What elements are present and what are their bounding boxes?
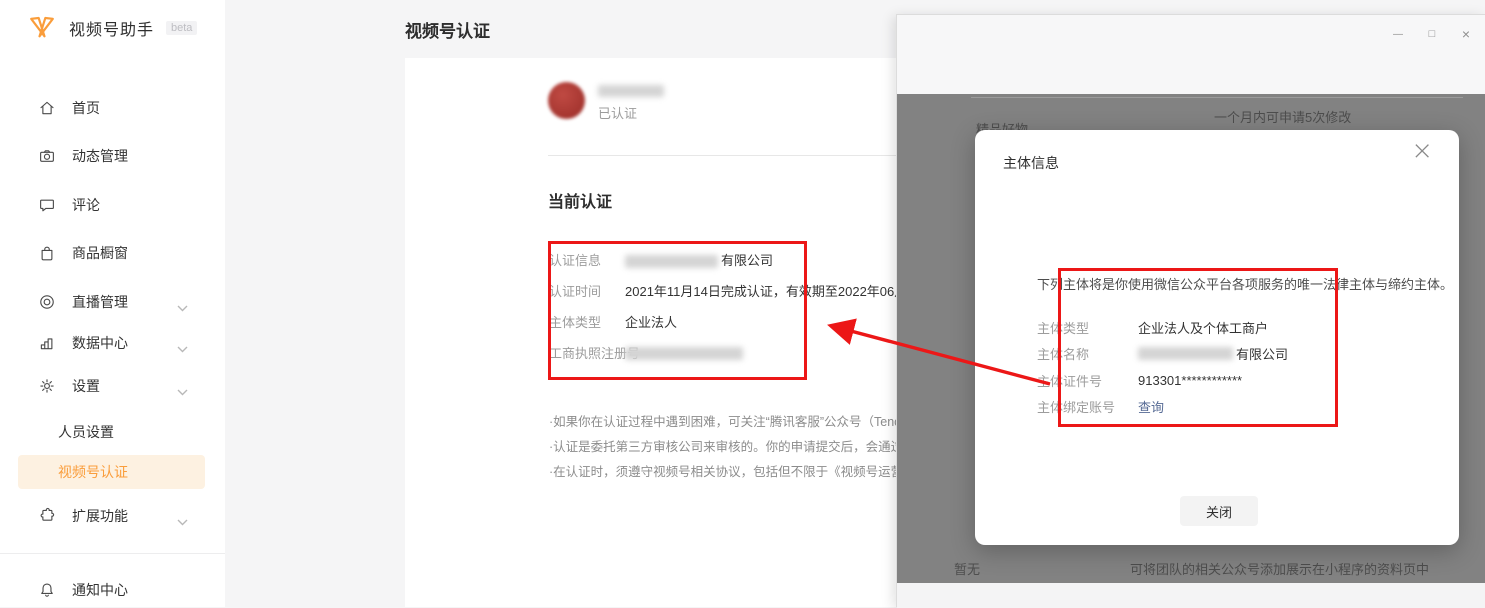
sidebar-divider (0, 553, 225, 554)
account-name-redacted (598, 85, 664, 97)
page-title: 视频号认证 (405, 17, 490, 42)
comment-icon (38, 196, 56, 214)
sidebar-item-label: 数据中心 (72, 333, 128, 353)
channels-butterfly-logo-icon (27, 13, 57, 43)
window-titlebar[interactable]: — □ × (897, 15, 1485, 94)
shopping-bag-icon (38, 244, 56, 262)
field-label: 工商执照注册号 (549, 345, 617, 363)
sidebar-item-home[interactable]: 首页 (0, 96, 225, 120)
puzzle-icon (38, 507, 56, 525)
sidebar-item-notification-center[interactable]: 通知中心 (0, 578, 225, 602)
home-icon (38, 99, 56, 117)
field-row-subject-type: 主体类型 企业法人 (549, 314, 677, 332)
field-value-text: 2021年11月14日完成认证，有效期至2022年06月11日 (625, 283, 934, 301)
dialog-row-subject-id: 主体证件号 913301************ (1037, 371, 1242, 390)
background-text-accounts-hint: 可将团队的相关公众号添加展示在小程序的资料页中 (1130, 559, 1429, 578)
sidebar-item-label: 视频号认证 (58, 462, 128, 482)
bell-icon (38, 581, 56, 599)
note-line: ·在认证时，须遵守视频号相关协议，包括但不限于《视频号运营规范》、 (549, 461, 947, 480)
chevron-down-icon[interactable] (177, 299, 188, 315)
dialog-row-subject-type: 主体类型 企业法人及个体工商户 (1037, 318, 1268, 337)
field-value-text: 企业法人及个体工商户 (1138, 318, 1268, 337)
sidebar-item-label: 直播管理 (72, 292, 128, 312)
sidebar-item-staff-settings[interactable]: 人员设置 (0, 420, 225, 444)
field-row-cert-info: 认证信息 有限公司 (549, 252, 773, 270)
sidebar-item-moments[interactable]: 动态管理 (0, 144, 225, 168)
dialog-intro-text: 下列主体将是你使用微信公众平台各项服务的唯一法律主体与缔约主体。 (1037, 274, 1453, 293)
minimize-icon[interactable]: — (1389, 25, 1407, 43)
sidebar-item-label: 评论 (72, 195, 100, 215)
app-logo-row: 视频号助手 beta (27, 13, 197, 43)
subject-info-dialog: 主体信息 × 下列主体将是你使用微信公众平台各项服务的唯一法律主体与缔约主体。 … (975, 130, 1459, 545)
live-record-icon (38, 293, 56, 311)
beta-badge: beta (166, 21, 197, 35)
chevron-down-icon[interactable] (177, 383, 188, 399)
screen: 视频号助手 beta 首页 动态管理 评论 (0, 0, 1485, 607)
sidebar-item-label: 设置 (72, 376, 100, 396)
company-name-redacted (625, 255, 718, 268)
verified-status: 已认证 (598, 103, 637, 122)
background-text-none: 暂无 (954, 559, 980, 578)
current-verification-heading: 当前认证 (548, 188, 612, 212)
sidebar: 视频号助手 beta 首页 动态管理 评论 (0, 0, 225, 607)
sidebar-item-comments[interactable]: 评论 (0, 193, 225, 217)
field-label: 认证信息 (549, 252, 625, 270)
query-link[interactable]: 查询 (1138, 397, 1164, 416)
sidebar-item-channels-verification[interactable]: 视频号认证 (18, 455, 205, 489)
gear-icon (38, 377, 56, 395)
sidebar-item-data-center[interactable]: 数据中心 (0, 331, 225, 355)
camera-icon (38, 147, 56, 165)
background-text-edit-limit: 一个月内可申请5次修改 (1214, 107, 1351, 126)
field-row-cert-time: 认证时间 2021年11月14日完成认证，有效期至2022年06月11日 (549, 283, 934, 301)
close-icon[interactable]: × (1457, 25, 1475, 43)
field-label: 主体绑定账号 (1037, 397, 1138, 416)
field-value-text: 有限公司 (1236, 344, 1288, 363)
sidebar-item-live-management[interactable]: 直播管理 (0, 290, 225, 314)
field-value-text: 有限公司 (721, 252, 773, 270)
sidebar-item-label: 商品橱窗 (72, 243, 128, 263)
sidebar-item-label: 扩展功能 (72, 506, 128, 526)
subject-name-redacted (1138, 347, 1233, 360)
field-label: 认证时间 (549, 283, 625, 301)
app-title: 视频号助手 (69, 16, 154, 40)
sidebar-item-product-showcase[interactable]: 商品橱窗 (0, 241, 225, 265)
sidebar-item-label: 通知中心 (72, 580, 128, 600)
field-value-text: 913301************ (1138, 373, 1242, 388)
field-value-text: 企业法人 (625, 314, 677, 332)
sidebar-item-label: 首页 (72, 98, 100, 118)
window-bottom-strip (897, 583, 1485, 608)
dialog-close-icon[interactable]: × (1411, 138, 1433, 164)
window-controls: — □ × (1389, 25, 1475, 43)
license-number-redacted (625, 347, 743, 360)
close-button[interactable]: 关闭 (1180, 496, 1258, 526)
note-line: ·如果你在认证过程中遇到困难，可关注“腾讯客服”公众号（Tencent_ (549, 411, 925, 430)
chevron-down-icon[interactable] (177, 513, 188, 529)
background-divider (971, 97, 1463, 98)
bar-chart-icon (38, 334, 56, 352)
field-label: 主体类型 (549, 314, 625, 332)
chevron-down-icon[interactable] (177, 340, 188, 356)
note-line: ·认证是委托第三方审核公司来审核的。你的申请提交后，会通过视频号消 (549, 436, 953, 455)
maximize-icon[interactable]: □ (1423, 25, 1441, 43)
account-avatar (548, 82, 585, 119)
sidebar-item-label: 动态管理 (72, 146, 128, 166)
field-label: 主体名称 (1037, 344, 1138, 363)
field-label: 主体证件号 (1037, 371, 1138, 390)
sidebar-item-label: 人员设置 (58, 422, 114, 442)
field-row-license-number: 工商执照注册号 (549, 345, 743, 363)
field-label: 主体类型 (1037, 318, 1138, 337)
sidebar-item-extensions[interactable]: 扩展功能 (0, 504, 225, 528)
sidebar-item-settings[interactable]: 设置 (0, 374, 225, 398)
dialog-title: 主体信息 (1003, 153, 1059, 173)
dialog-row-subject-name: 主体名称 有限公司 (1037, 344, 1288, 363)
dialog-row-bound-account: 主体绑定账号 查询 (1037, 397, 1164, 416)
